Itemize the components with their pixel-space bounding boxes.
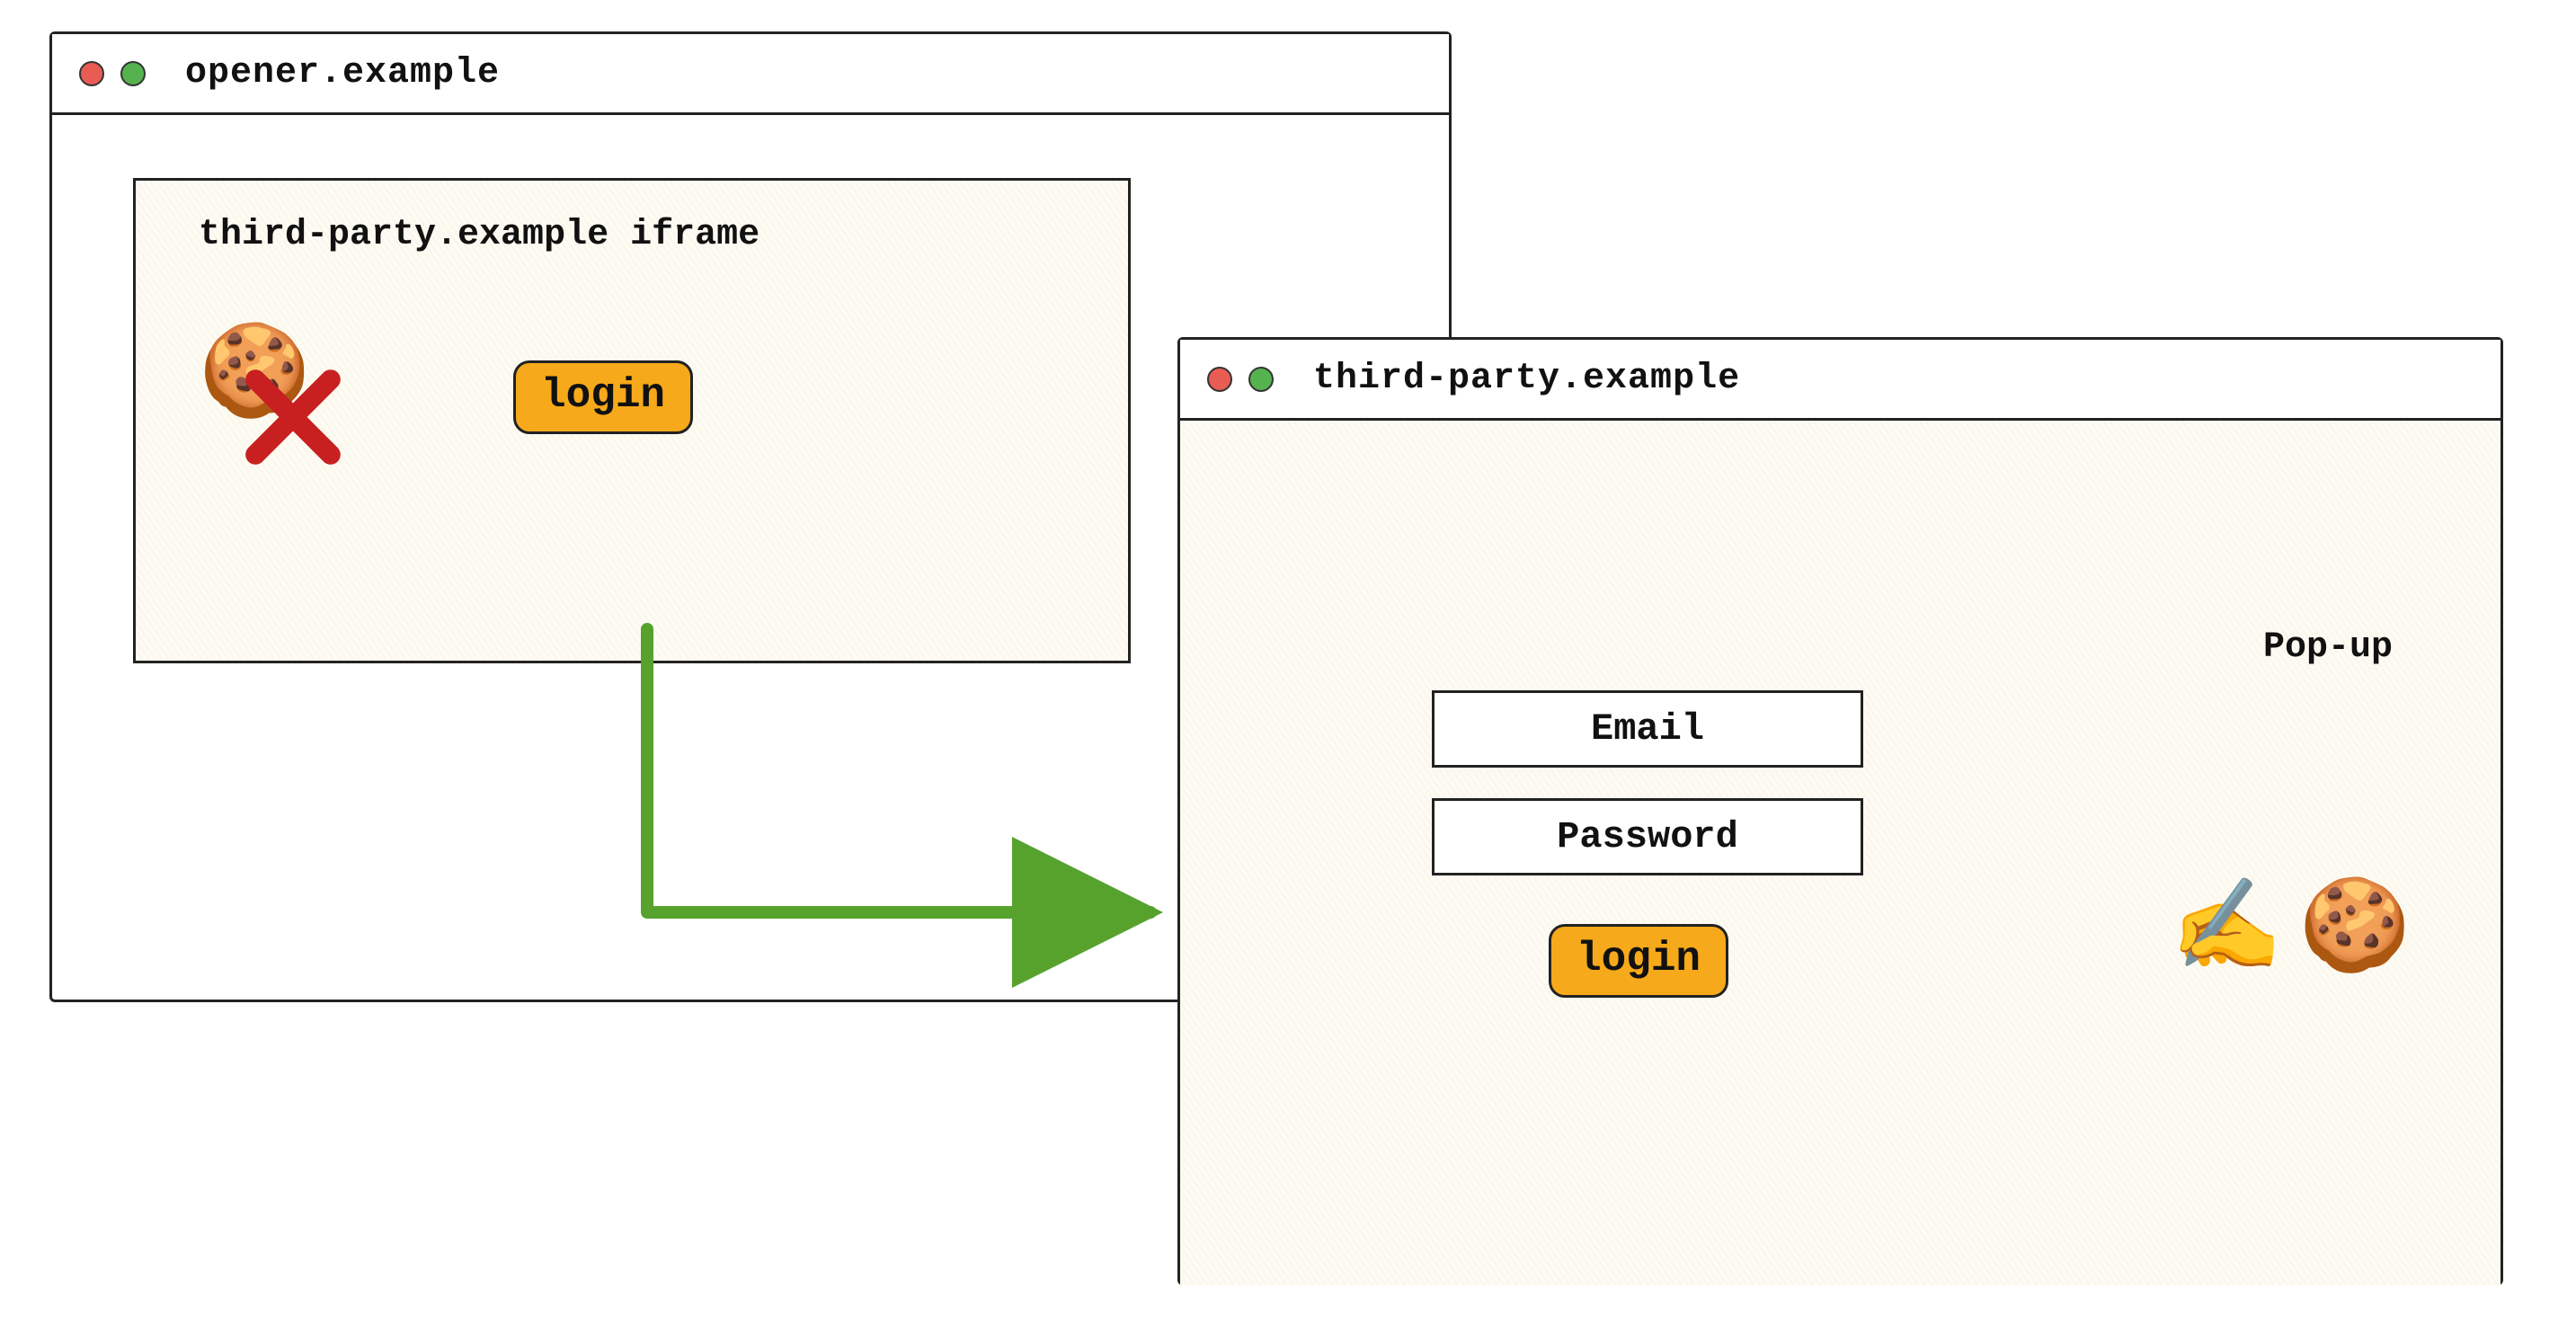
popup-label: Pop-up: [2263, 627, 2393, 668]
popup-window: third-party.example Pop-up Email Passwor…: [1177, 337, 2503, 1285]
write-cookie-group: ✍️ 🍪: [2171, 888, 2411, 978]
popup-title: third-party.example: [1313, 359, 1740, 399]
cookie-icon: 🍪: [2298, 888, 2411, 978]
cookie-icon: 🍪: [199, 333, 311, 423]
window-controls[interactable]: [1207, 367, 1274, 392]
opener-titlebar: opener.example: [52, 34, 1449, 115]
popup-titlebar: third-party.example: [1180, 340, 2500, 421]
close-icon[interactable]: [79, 61, 104, 86]
window-controls[interactable]: [79, 61, 146, 86]
maximize-icon[interactable]: [1248, 367, 1274, 392]
popup-login-button[interactable]: login: [1549, 924, 1728, 998]
maximize-icon[interactable]: [120, 61, 146, 86]
password-field[interactable]: Password: [1432, 798, 1863, 875]
iframe-login-button[interactable]: login: [513, 360, 693, 434]
email-field[interactable]: Email: [1432, 690, 1863, 768]
third-party-iframe: third-party.example iframe 🍪 login: [133, 178, 1131, 663]
iframe-title: third-party.example iframe: [199, 215, 759, 255]
opener-title: opener.example: [185, 53, 500, 93]
blocked-cookie: 🍪: [199, 333, 311, 423]
close-icon[interactable]: [1207, 367, 1232, 392]
writing-hand-icon: ✍️: [2171, 888, 2283, 978]
